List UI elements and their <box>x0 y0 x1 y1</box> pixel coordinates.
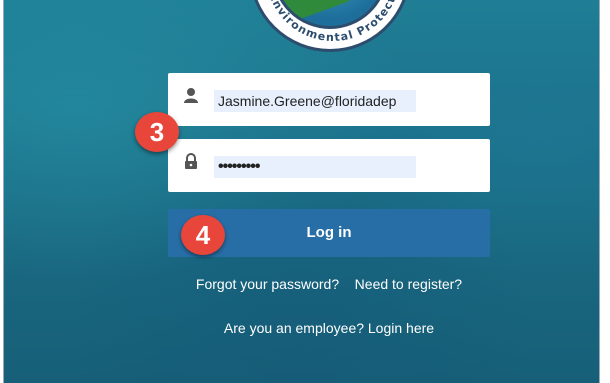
svg-text:Environmental Protection: Environmental Protection <box>266 0 403 44</box>
agency-seal-logo: Environmental Protection <box>249 0 411 52</box>
user-icon <box>184 87 198 105</box>
seal-text-ring: Environmental Protection <box>266 0 403 44</box>
username-input[interactable]: Jasmine.Greene@floridadep <box>214 90 416 112</box>
page-frame: Environmental Protection Jasmine.Greene@… <box>0 0 610 383</box>
login-background: Environmental Protection Jasmine.Greene@… <box>3 0 600 383</box>
username-field[interactable]: Jasmine.Greene@floridadep <box>168 73 490 126</box>
auth-links: Forgot your password? Need to register? <box>168 276 490 292</box>
employee-login-link[interactable]: Are you an employee? Login here <box>168 320 490 336</box>
password-input[interactable]: ••••••••• <box>214 156 416 178</box>
password-field[interactable]: ••••••••• <box>168 139 490 192</box>
lock-icon <box>184 153 198 171</box>
seal-text: Environmental Protection <box>266 0 402 44</box>
register-link[interactable]: Need to register? <box>355 276 462 292</box>
step-badge-3: 3 <box>135 112 179 152</box>
step-badge-4: 4 <box>181 215 225 255</box>
forgot-password-link[interactable]: Forgot your password? <box>196 276 339 292</box>
